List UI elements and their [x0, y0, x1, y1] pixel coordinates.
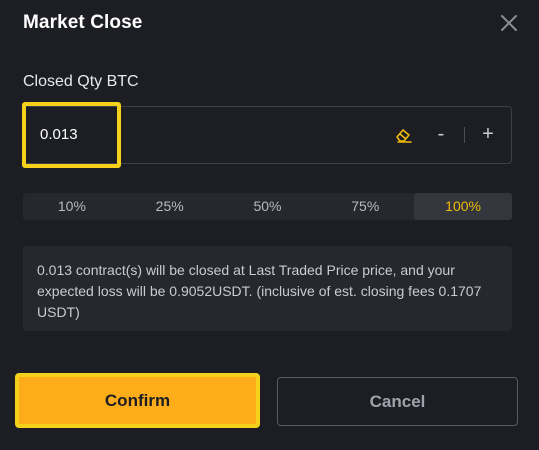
stepper-divider [464, 127, 465, 143]
percent-selector: 10% 25% 50% 75% 100% [23, 193, 512, 220]
percent-option-75[interactable]: 75% [316, 193, 414, 220]
percent-option-10[interactable]: 10% [23, 193, 121, 220]
close-icon[interactable] [499, 13, 519, 33]
closed-qty-input[interactable]: 0.013 [40, 126, 78, 143]
percent-option-100[interactable]: 100% [414, 193, 512, 220]
market-close-dialog: Market Close Closed Qty BTC 0.013 - + 10… [0, 0, 539, 450]
qty-increment-button[interactable]: + [478, 122, 498, 146]
close-info-message: 0.013 contract(s) will be closed at Last… [23, 246, 512, 331]
closed-qty-label: Closed Qty BTC [23, 73, 139, 90]
cancel-button[interactable]: Cancel [277, 377, 518, 426]
confirm-button[interactable]: Confirm [15, 373, 260, 428]
percent-option-50[interactable]: 50% [219, 193, 317, 220]
percent-option-25[interactable]: 25% [121, 193, 219, 220]
dialog-title: Market Close [23, 12, 143, 33]
qty-decrement-button[interactable]: - [431, 122, 451, 146]
eraser-icon[interactable] [395, 127, 413, 143]
